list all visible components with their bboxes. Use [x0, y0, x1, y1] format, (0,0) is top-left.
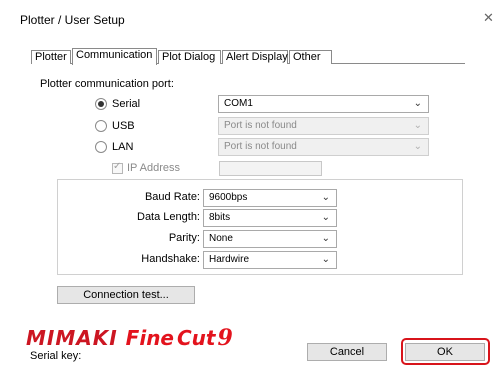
- tab-alert-display[interactable]: Alert Display: [222, 50, 288, 64]
- radio-serial[interactable]: Serial: [95, 97, 140, 111]
- radio-usb-indicator[interactable]: [95, 120, 107, 132]
- handshake-label: Handshake:: [141, 253, 200, 265]
- chevron-down-icon: ⌄: [413, 98, 422, 109]
- cancel-button[interactable]: Cancel: [307, 343, 387, 361]
- tab-plot-dialog[interactable]: Plot Dialog: [158, 50, 221, 64]
- serial-port-value: COM1: [224, 98, 253, 109]
- data-length-value: 8bits: [209, 212, 231, 223]
- ip-address-checkbox-row: IP Address: [112, 161, 180, 174]
- tab-other[interactable]: Other: [289, 50, 332, 64]
- chevron-down-icon: ⌄: [321, 254, 330, 265]
- usb-port-value: Port is not found: [224, 120, 297, 131]
- radio-lan-indicator[interactable]: [95, 141, 107, 153]
- data-length-dropdown[interactable]: 8bits ⌄: [203, 209, 337, 227]
- logo-product: Fine: [125, 326, 174, 350]
- radio-serial-indicator[interactable]: [95, 98, 107, 110]
- connection-test-button[interactable]: Connection test...: [57, 286, 195, 304]
- logo-brand: MIMAKI: [26, 326, 118, 350]
- ok-highlight-box: [401, 338, 490, 365]
- ip-address-field: [219, 161, 322, 176]
- parity-value: None: [209, 233, 233, 244]
- radio-serial-label: Serial: [112, 98, 141, 110]
- parity-dropdown[interactable]: None ⌄: [203, 230, 337, 248]
- handshake-dropdown[interactable]: Hardwire ⌄: [203, 251, 337, 269]
- handshake-value: Hardwire: [209, 254, 250, 265]
- radio-usb[interactable]: USB: [95, 119, 135, 133]
- chevron-down-icon: ⌄: [413, 141, 422, 152]
- radio-usb-label: USB: [112, 120, 135, 132]
- usb-port-dropdown: Port is not found ⌄: [218, 117, 429, 135]
- baud-rate-value: 9600bps: [209, 192, 248, 203]
- baud-rate-dropdown[interactable]: 9600bps ⌄: [203, 189, 337, 207]
- ip-address-checkbox: [112, 161, 123, 174]
- chevron-down-icon: ⌄: [321, 192, 330, 203]
- radio-lan-label: LAN: [112, 141, 134, 153]
- serial-key-label: Serial key:: [30, 350, 82, 362]
- window-title: Plotter / User Setup: [20, 13, 125, 27]
- chevron-down-icon: ⌄: [321, 233, 330, 244]
- serial-port-dropdown[interactable]: COM1 ⌄: [218, 95, 429, 113]
- mimaki-finecut-logo: MIMAKI Fine Cut 9: [26, 325, 233, 351]
- radio-lan[interactable]: LAN: [95, 140, 133, 154]
- port-section-label: Plotter communication port:: [40, 78, 174, 90]
- tab-plotter[interactable]: Plotter: [31, 50, 71, 64]
- logo-version: 9: [217, 325, 233, 351]
- parity-label: Parity:: [168, 232, 200, 244]
- chevron-down-icon: ⌄: [321, 212, 330, 223]
- logo-product2: Cut: [177, 326, 216, 350]
- baud-rate-label: Baud Rate:: [144, 191, 200, 203]
- lan-port-value: Port is not found: [224, 141, 297, 152]
- plotter-user-setup-dialog: Plotter / User Setup ✕ Plotter Communica…: [0, 0, 499, 367]
- lan-port-dropdown: Port is not found ⌄: [218, 138, 429, 156]
- chevron-down-icon: ⌄: [413, 120, 422, 131]
- tab-communication[interactable]: Communication: [72, 48, 157, 65]
- ip-address-label: IP Address: [127, 162, 180, 174]
- data-length-label: Data Length:: [137, 211, 200, 223]
- close-icon[interactable]: ✕: [483, 11, 494, 24]
